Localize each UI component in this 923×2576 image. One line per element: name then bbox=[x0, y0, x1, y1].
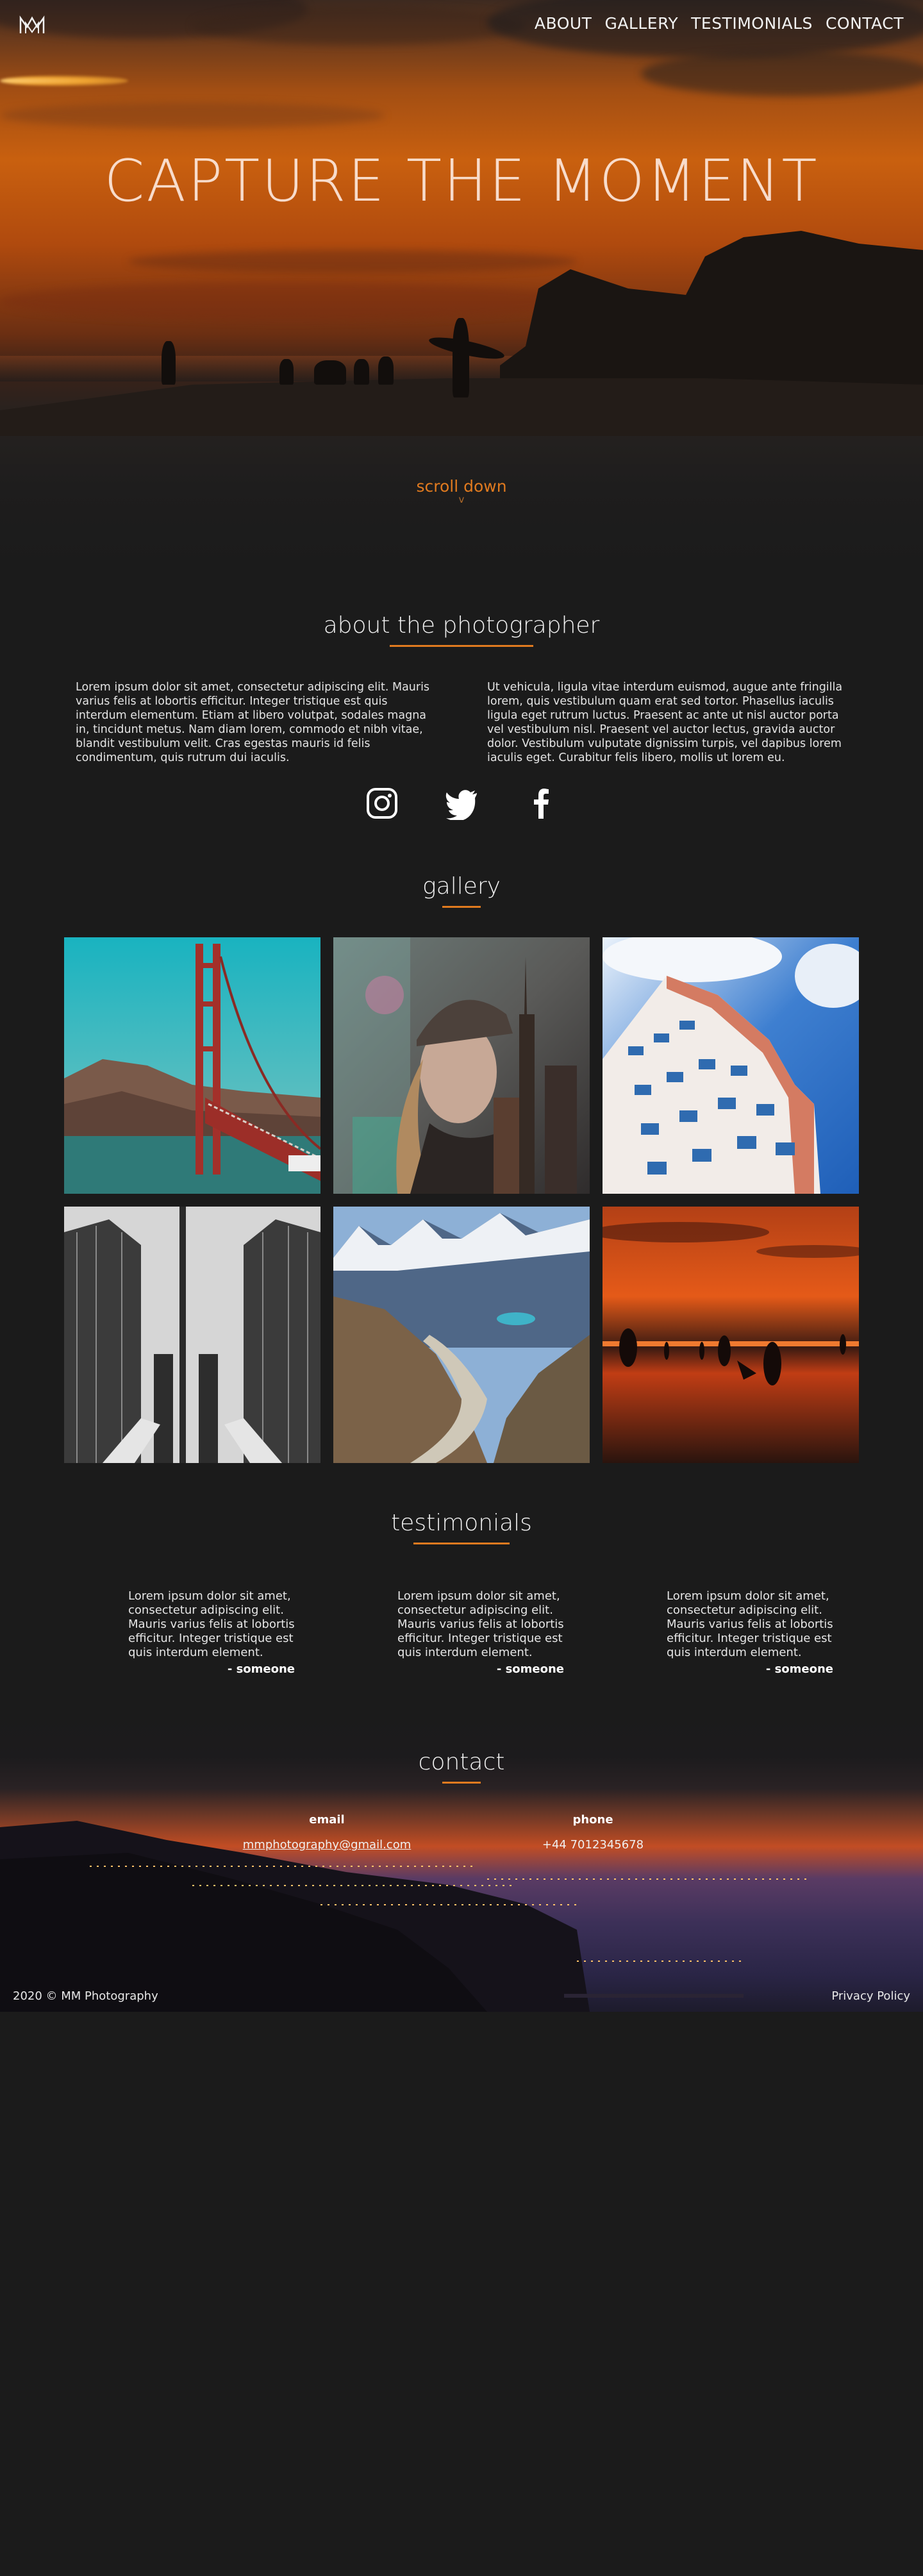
gallery-section: gallery bbox=[0, 873, 923, 1463]
about-paragraph-left: Lorem ipsum dolor sit amet, consectetur … bbox=[76, 681, 430, 764]
gallery-underline bbox=[442, 906, 481, 908]
testimonial-author: - someone bbox=[227, 1662, 295, 1676]
about-underline bbox=[390, 645, 533, 647]
testimonial-text: Lorem ipsum dolor sit amet, consectetur … bbox=[397, 1589, 564, 1659]
nav-contact[interactable]: CONTACT bbox=[826, 14, 904, 33]
footer-copyright: 2020 © MM Photography bbox=[13, 1989, 158, 2003]
gallery-photo-golden-gate[interactable] bbox=[64, 937, 320, 1194]
testimonial-text: Lorem ipsum dolor sit amet, consectetur … bbox=[128, 1589, 295, 1659]
facebook-icon[interactable] bbox=[524, 787, 558, 820]
testimonial-card: Lorem ipsum dolor sit amet, consectetur … bbox=[397, 1589, 564, 1677]
contact-phone: phone +44 7012345678 bbox=[513, 1813, 673, 1852]
main-nav: ABOUT GALLERY TESTIMONIALS CONTACT bbox=[535, 14, 904, 33]
email-link[interactable]: mmphotography@gmail.com bbox=[243, 1838, 412, 1852]
contact-email: email mmphotography@gmail.com bbox=[237, 1813, 417, 1852]
social-links bbox=[0, 787, 923, 821]
testimonials-underline bbox=[413, 1543, 510, 1544]
testimonial-card: Lorem ipsum dolor sit amet, consectetur … bbox=[667, 1589, 833, 1677]
contact-title: contact bbox=[418, 1749, 505, 1775]
testimonial-card: Lorem ipsum dolor sit amet, consectetur … bbox=[128, 1589, 295, 1677]
gallery-grid bbox=[64, 937, 859, 1463]
gallery-photo-sunset-beach[interactable] bbox=[603, 1207, 859, 1463]
testimonials-section: testimonials Lorem ipsum dolor sit amet,… bbox=[0, 1510, 923, 1676]
phone-value: +44 7012345678 bbox=[542, 1838, 644, 1852]
scroll-down-link[interactable]: scroll down bbox=[0, 477, 923, 496]
testimonials-title: testimonials bbox=[391, 1510, 532, 1536]
gallery-photo-mountain-trail[interactable] bbox=[333, 1207, 590, 1463]
twitter-icon[interactable] bbox=[445, 787, 478, 821]
privacy-policy-link[interactable]: Privacy Policy bbox=[831, 1989, 910, 2003]
about-title: about the photographer bbox=[323, 612, 600, 639]
testimonial-author: - someone bbox=[765, 1662, 833, 1676]
contact-underline bbox=[442, 1782, 481, 1784]
mm-logo[interactable] bbox=[18, 14, 46, 36]
gallery-photo-white-building[interactable] bbox=[603, 937, 859, 1194]
gallery-title: gallery bbox=[422, 873, 501, 899]
about-section: about the photographer Lorem ipsum dolor… bbox=[0, 612, 923, 821]
gallery-photo-woman-city[interactable] bbox=[333, 937, 590, 1194]
phone-label: phone bbox=[572, 1813, 613, 1827]
instagram-icon[interactable] bbox=[365, 787, 399, 820]
page-spacer bbox=[0, 564, 923, 2576]
hero-section: ABOUT GALLERY TESTIMONIALS CONTACT CAPTU… bbox=[0, 0, 923, 564]
hero-title: CAPTURE THE MOMENT bbox=[104, 147, 819, 215]
nav-about[interactable]: ABOUT bbox=[535, 14, 592, 33]
testimonial-author: - someone bbox=[496, 1662, 564, 1676]
about-paragraph-right: Ut vehicula, ligula vitae interdum euism… bbox=[487, 681, 843, 764]
email-label: email bbox=[309, 1813, 345, 1827]
gallery-photo-skyscrapers[interactable] bbox=[64, 1207, 320, 1463]
testimonial-text: Lorem ipsum dolor sit amet, consectetur … bbox=[667, 1589, 833, 1659]
nav-gallery[interactable]: GALLERY bbox=[604, 14, 678, 33]
nav-testimonials[interactable]: TESTIMONIALS bbox=[691, 14, 813, 33]
contact-section: contact email mmphotography@gmail.com ph… bbox=[0, 1718, 923, 2012]
chevron-down-icon[interactable]: v bbox=[0, 494, 923, 505]
